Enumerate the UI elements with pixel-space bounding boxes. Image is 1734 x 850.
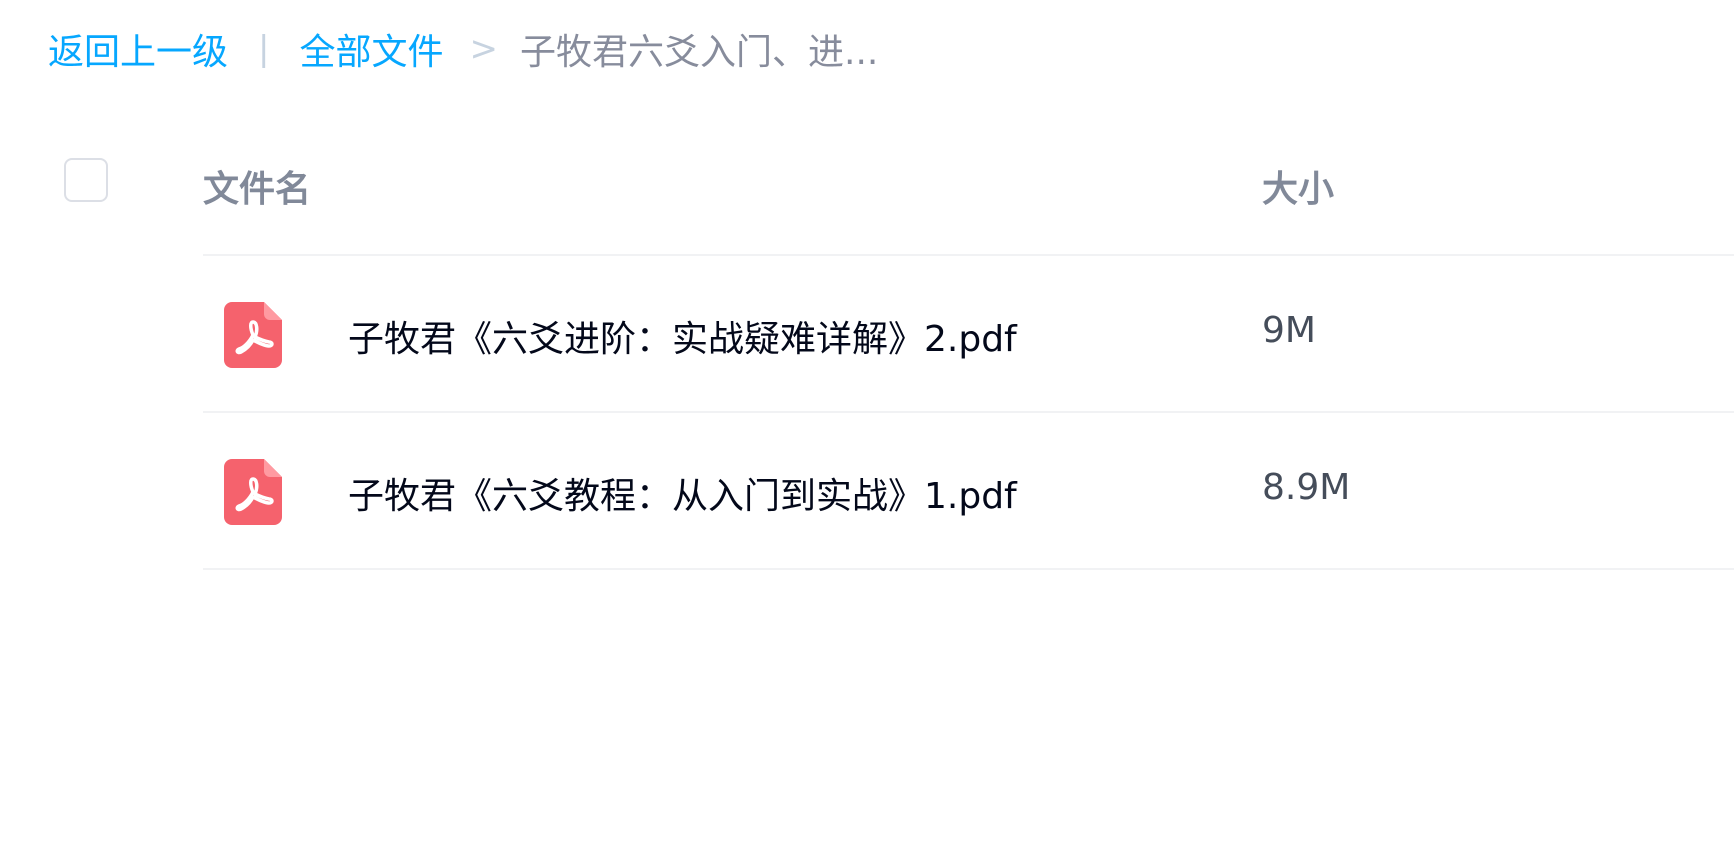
file-size: 8.9M [1262, 467, 1351, 508]
table-header: 文件名 大小 [0, 130, 1734, 256]
breadcrumb-separator: | [258, 29, 270, 69]
current-folder-label: 子牧君六爻入门、进... [520, 32, 879, 73]
file-size: 9M [1262, 310, 1316, 351]
breadcrumb: 返回上一级 | 全部文件 > 子牧君六爻入门、进... [48, 22, 878, 76]
breadcrumb-arrow: > [469, 29, 499, 69]
pdf-icon [224, 302, 282, 368]
all-files-link[interactable]: 全部文件 [299, 23, 443, 75]
table-row[interactable]: 子牧君《六爻教程：从入门到实战》1.pdf 8.9M [0, 413, 1734, 570]
column-header-name[interactable]: 文件名 [203, 160, 311, 212]
column-header-size[interactable]: 大小 [1262, 160, 1334, 212]
file-name[interactable]: 子牧君《六爻进阶：实战疑难详解》2.pdf [348, 310, 1017, 362]
select-all-checkbox[interactable] [64, 158, 108, 202]
back-to-parent-link[interactable]: 返回上一级 [48, 23, 228, 75]
file-table: 文件名 大小 子牧君《六爻进阶：实战疑难详解》2.pdf 9M 子牧君《六爻教程… [0, 130, 1734, 570]
pdf-icon [224, 459, 282, 525]
file-browser-page: 返回上一级 | 全部文件 > 子牧君六爻入门、进... 文件名 大小 子牧君《六… [0, 0, 1734, 850]
row-divider [203, 568, 1734, 570]
file-name[interactable]: 子牧君《六爻教程：从入门到实战》1.pdf [348, 467, 1017, 519]
table-row[interactable]: 子牧君《六爻进阶：实战疑难详解》2.pdf 9M [0, 256, 1734, 413]
